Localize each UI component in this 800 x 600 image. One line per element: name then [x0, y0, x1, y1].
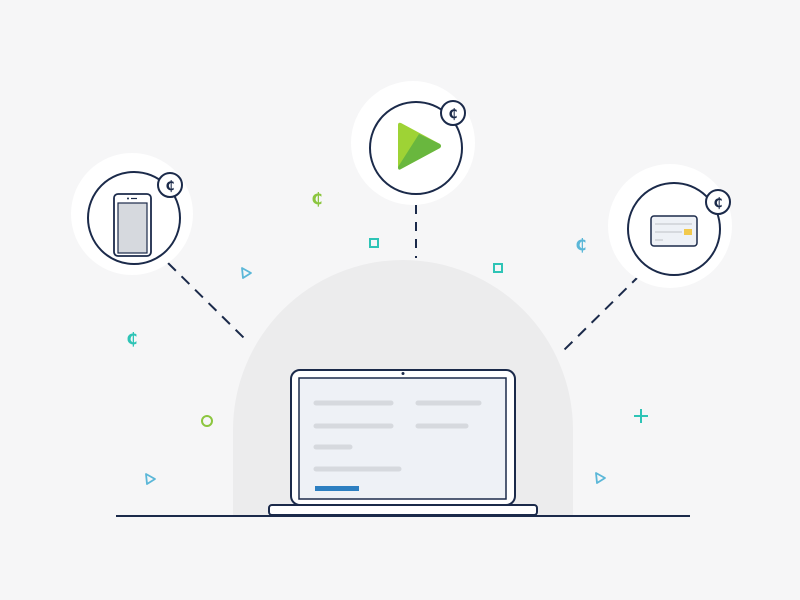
coin-badge-play: ₵ [440, 100, 466, 126]
laptop-base [268, 504, 538, 516]
card-bubble: ₵ [608, 164, 732, 288]
confetti-triangle [145, 473, 156, 485]
coin-badge-phone: ₵ [157, 172, 183, 198]
laptop-screen [298, 377, 507, 500]
laptop-icon [268, 369, 538, 516]
floating-coin-symbol: ₵ [311, 189, 322, 208]
connector-card [561, 274, 641, 353]
confetti-triangle [241, 267, 252, 279]
coin-symbol-phone: ₵ [165, 179, 174, 194]
phone-bubble: ₵ [71, 153, 193, 275]
screen-action-bar [315, 486, 359, 491]
floating-coin-symbol: ₵ [575, 235, 586, 254]
confetti-circle [201, 415, 213, 427]
confetti-triangle [595, 472, 606, 484]
play-bubble: ₵ [351, 81, 475, 205]
floating-coin-symbol: ₵ [126, 329, 137, 348]
confetti-square [369, 238, 379, 248]
coin-badge-card: ₵ [705, 189, 731, 215]
illustration-stage: ₵ ₵ ₵ ₵ ₵ ₵ [0, 0, 800, 600]
smartphone-icon [113, 193, 152, 257]
confetti-square [493, 263, 503, 273]
connector-phone [167, 262, 245, 339]
payment-methods-illustration: ₵ ₵ ₵ ₵ ₵ ₵ [71, 81, 732, 517]
credit-card-icon [650, 215, 698, 247]
coin-symbol-play: ₵ [448, 107, 457, 122]
coin-symbol-card: ₵ [713, 196, 722, 211]
laptop-camera [401, 372, 405, 375]
confetti-plus [634, 409, 648, 423]
